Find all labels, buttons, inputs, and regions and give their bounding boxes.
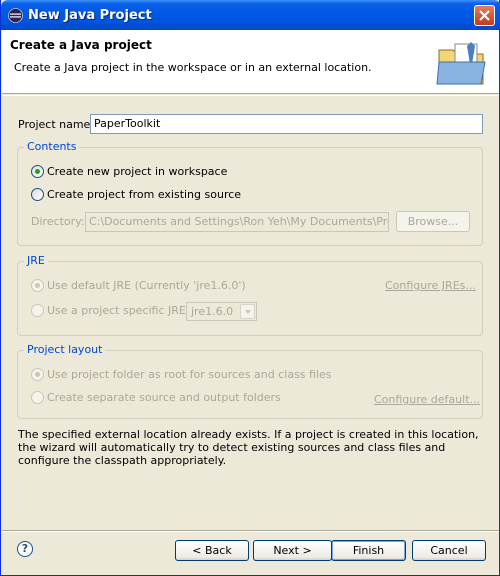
project-layout-group-title: Project layout (24, 343, 106, 356)
layout-root-radio[interactable] (31, 368, 44, 381)
project-layout-group (17, 350, 483, 419)
page-description: Create a Java project in the workspace o… (14, 61, 372, 74)
next-button[interactable]: Next > (253, 540, 332, 561)
jre-group (17, 261, 483, 336)
finish-button[interactable]: Finish (331, 540, 406, 561)
browse-button[interactable]: Browse... (396, 211, 470, 232)
cancel-button[interactable]: Cancel (412, 540, 486, 561)
project-name-input[interactable]: PaperToolkit (90, 114, 483, 134)
project-name-label: Project name: (18, 118, 95, 131)
configure-jres-link[interactable]: Configure JREs... (385, 279, 476, 292)
back-button[interactable]: < Back (175, 540, 249, 561)
close-button[interactable] (474, 5, 495, 26)
directory-input[interactable]: C:\Documents and Settings\Ron Yeh\My Doc… (85, 212, 389, 232)
layout-separate-radio[interactable] (31, 391, 44, 404)
window-title: New Java Project (28, 8, 152, 23)
java-project-folder-icon (436, 42, 486, 85)
specific-jre-label[interactable]: Use a project specific JRE: (47, 304, 190, 317)
specific-jre-radio[interactable] (31, 304, 44, 317)
create-from-source-label[interactable]: Create project from existing source (47, 188, 241, 201)
create-new-project-radio[interactable] (31, 165, 44, 178)
close-icon (479, 10, 490, 21)
jre-group-title: JRE (24, 254, 48, 267)
page-title: Create a Java project (10, 38, 152, 52)
default-jre-radio[interactable] (31, 279, 44, 292)
layout-separate-label[interactable]: Create separate source and output folder… (47, 391, 281, 404)
location-exists-message: The specified external location already … (18, 428, 479, 467)
create-new-project-label[interactable]: Create new project in workspace (47, 165, 227, 178)
title-bar[interactable]: New Java Project (1, 0, 500, 30)
directory-label: Directory: (31, 215, 85, 228)
jre-select-value: jre1.6.0 (191, 305, 234, 318)
jre-select[interactable]: jre1.6.0 (186, 302, 257, 321)
wizard-banner: Create a Java project Create a Java proj… (2, 30, 499, 94)
contents-group-title: Contents (24, 140, 80, 153)
default-jre-label[interactable]: Use default JRE (Currently 'jre1.6.0') (47, 279, 246, 292)
help-icon[interactable]: ? (17, 541, 33, 557)
create-from-source-radio[interactable] (31, 188, 44, 201)
chevron-down-icon[interactable] (240, 304, 255, 319)
layout-root-label[interactable]: Use project folder as root for sources a… (47, 368, 332, 381)
eclipse-icon (8, 8, 23, 23)
configure-default-link[interactable]: Configure default... (374, 393, 480, 406)
new-java-project-window: New Java Project Create a Java project C… (0, 0, 500, 576)
